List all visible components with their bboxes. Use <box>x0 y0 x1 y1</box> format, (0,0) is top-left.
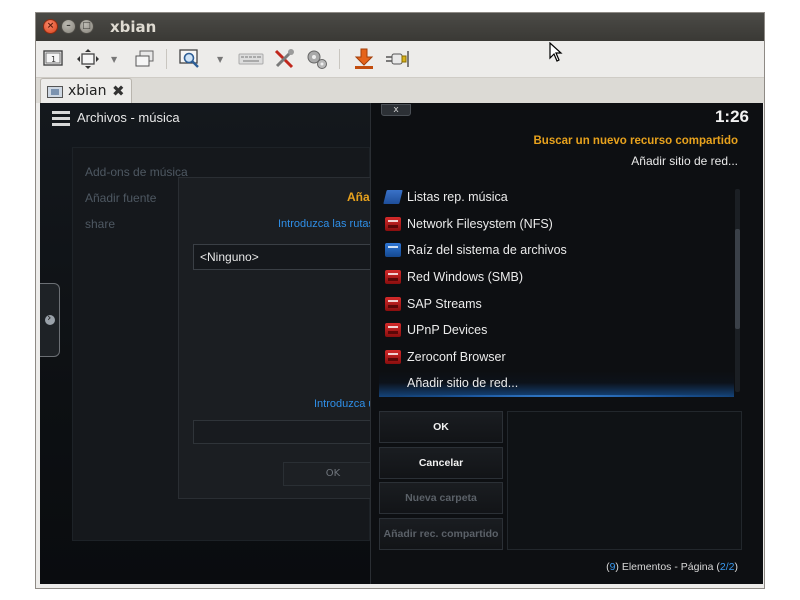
tab-label: xbian <box>68 83 107 99</box>
windows-button[interactable] <box>134 47 156 71</box>
list-item-label: Listas rep. música <box>407 190 508 204</box>
download-button[interactable] <box>352 47 376 71</box>
windows-icon <box>135 50 154 67</box>
network-drive-icon <box>385 217 401 231</box>
list-item[interactable]: share <box>85 217 115 231</box>
browse-share-dialog: x 1:26 Buscar un nuevo recurso compartid… <box>370 103 763 584</box>
list-item-label: Añadir sitio de red... <box>407 376 519 390</box>
tab-bar: xbian ✖ <box>36 77 764 105</box>
network-drive-icon <box>385 297 401 311</box>
toolbar: 1 ▼ ▼ <box>36 41 764 77</box>
dialog-title: Aña <box>347 190 370 204</box>
add-source-dialog: Aña Introduzca las rutas <Ninguno> Intro… <box>178 177 383 499</box>
dialog-hint: Introduzca las rutas <box>278 218 374 230</box>
download-icon <box>354 48 374 69</box>
window-minimize-button[interactable]: – <box>61 19 76 34</box>
window-titlebar[interactable]: × – □ xbian <box>36 13 764 41</box>
dialog-hint: Introduzca u <box>314 398 375 410</box>
page-label: Elementos - Página <box>621 561 714 573</box>
tab-close-icon[interactable]: ✖ <box>112 82 125 100</box>
fullscreen-dropdown-icon[interactable]: ▼ <box>111 55 117 64</box>
cancel-button[interactable]: Cancelar <box>379 447 503 479</box>
thumbnail-preview <box>507 411 742 550</box>
settings-button[interactable] <box>304 47 330 71</box>
screen-icon-button[interactable]: 1 <box>42 47 64 71</box>
list-item[interactable]: UPnP Devices <box>379 318 734 344</box>
window-maximize-button[interactable]: □ <box>79 19 94 34</box>
tab-xbian[interactable]: xbian ✖ <box>40 78 132 105</box>
tools-button[interactable] <box>272 47 296 71</box>
gears-icon <box>307 50 327 69</box>
plug-button[interactable] <box>384 47 410 71</box>
list-item-label: Network Filesystem (NFS) <box>407 217 553 231</box>
list-scrollbar[interactable] <box>735 189 740 392</box>
source-list: Listas rep. música Network Filesystem (N… <box>379 185 734 399</box>
list-item[interactable]: Add-ons de música <box>85 165 188 179</box>
source-name-field[interactable] <box>193 420 379 444</box>
window-close-button[interactable]: × <box>43 19 58 34</box>
tools-icon <box>274 49 294 69</box>
clock: 1:26 <box>714 107 749 126</box>
list-item[interactable]: Raíz del sistema de archivos <box>379 238 734 264</box>
screen-icon: 1 <box>43 50 63 66</box>
network-drive-icon <box>385 323 401 337</box>
toolbar-separator <box>339 49 340 69</box>
list-item[interactable]: Añadir fuente <box>85 191 156 205</box>
playlist-folder-icon <box>383 190 403 204</box>
list-item-label: SAP Streams <box>407 297 482 311</box>
source-path-value: <Ninguno> <box>200 250 259 264</box>
network-drive-icon <box>385 350 401 364</box>
dialog-subheading: Añadir sitio de red... <box>631 154 738 168</box>
page-number: 2/2 <box>719 561 735 573</box>
plug-icon <box>386 51 409 67</box>
zoom-icon <box>179 49 199 68</box>
list-item-label: UPnP Devices <box>407 323 488 337</box>
list-item-label: Zeroconf Browser <box>407 350 506 364</box>
arrow-right-icon <box>45 311 55 325</box>
list-item[interactable]: Red Windows (SMB) <box>379 265 734 291</box>
ok-button[interactable]: OK <box>379 411 503 443</box>
list-item-label: Red Windows (SMB) <box>407 270 523 284</box>
list-item[interactable]: Zeroconf Browser <box>379 345 734 371</box>
add-share-button[interactable]: Añadir rec. compartido <box>379 518 503 550</box>
svg-text:1: 1 <box>51 55 56 64</box>
keyboard-button[interactable] <box>238 47 264 71</box>
zoom-dropdown-icon[interactable]: ▼ <box>217 55 223 64</box>
zoom-button[interactable] <box>178 47 202 71</box>
list-item[interactable]: Network Filesystem (NFS) <box>379 212 734 238</box>
vm-screen[interactable]: Archivos - música Add-ons de música Añad… <box>40 103 763 584</box>
dialog-close-button[interactable]: x <box>381 104 411 116</box>
files-menu-icon <box>52 111 70 127</box>
keyboard-icon <box>238 53 264 65</box>
music-files-pane: Archivos - música Add-ons de música Añad… <box>40 103 383 584</box>
fullscreen-button[interactable] <box>76 47 100 71</box>
source-path-field[interactable]: <Ninguno> <box>193 244 379 270</box>
pane-header: Archivos - música <box>77 110 180 125</box>
list-item[interactable]: SAP Streams <box>379 292 734 318</box>
page-info: (9) Elementos - Página (2/2) <box>606 561 738 573</box>
ok-button[interactable]: OK <box>283 462 383 486</box>
maximize-icon: □ <box>82 21 91 31</box>
item-count: 9 <box>609 561 616 573</box>
vm-display-icon <box>47 86 63 98</box>
dialog-heading: Buscar un nuevo recurso compartido <box>533 135 739 147</box>
new-folder-button[interactable]: Nueva carpeta <box>379 482 503 514</box>
side-menu-tab[interactable] <box>40 283 60 357</box>
list-item-label: Raíz del sistema de archivos <box>407 243 567 257</box>
list-item-selected[interactable]: Añadir sitio de red... <box>379 371 734 397</box>
toolbar-separator <box>166 49 167 69</box>
mouse-cursor-icon <box>549 42 563 62</box>
network-drive-icon <box>385 270 401 284</box>
scrollbar-thumb[interactable] <box>735 229 740 329</box>
window-title: xbian <box>110 18 157 36</box>
minimize-icon: – <box>66 21 71 31</box>
list-item[interactable]: Listas rep. música <box>379 185 734 211</box>
root-drive-icon <box>385 243 401 257</box>
close-icon: × <box>46 21 55 31</box>
fullscreen-icon <box>77 49 99 69</box>
